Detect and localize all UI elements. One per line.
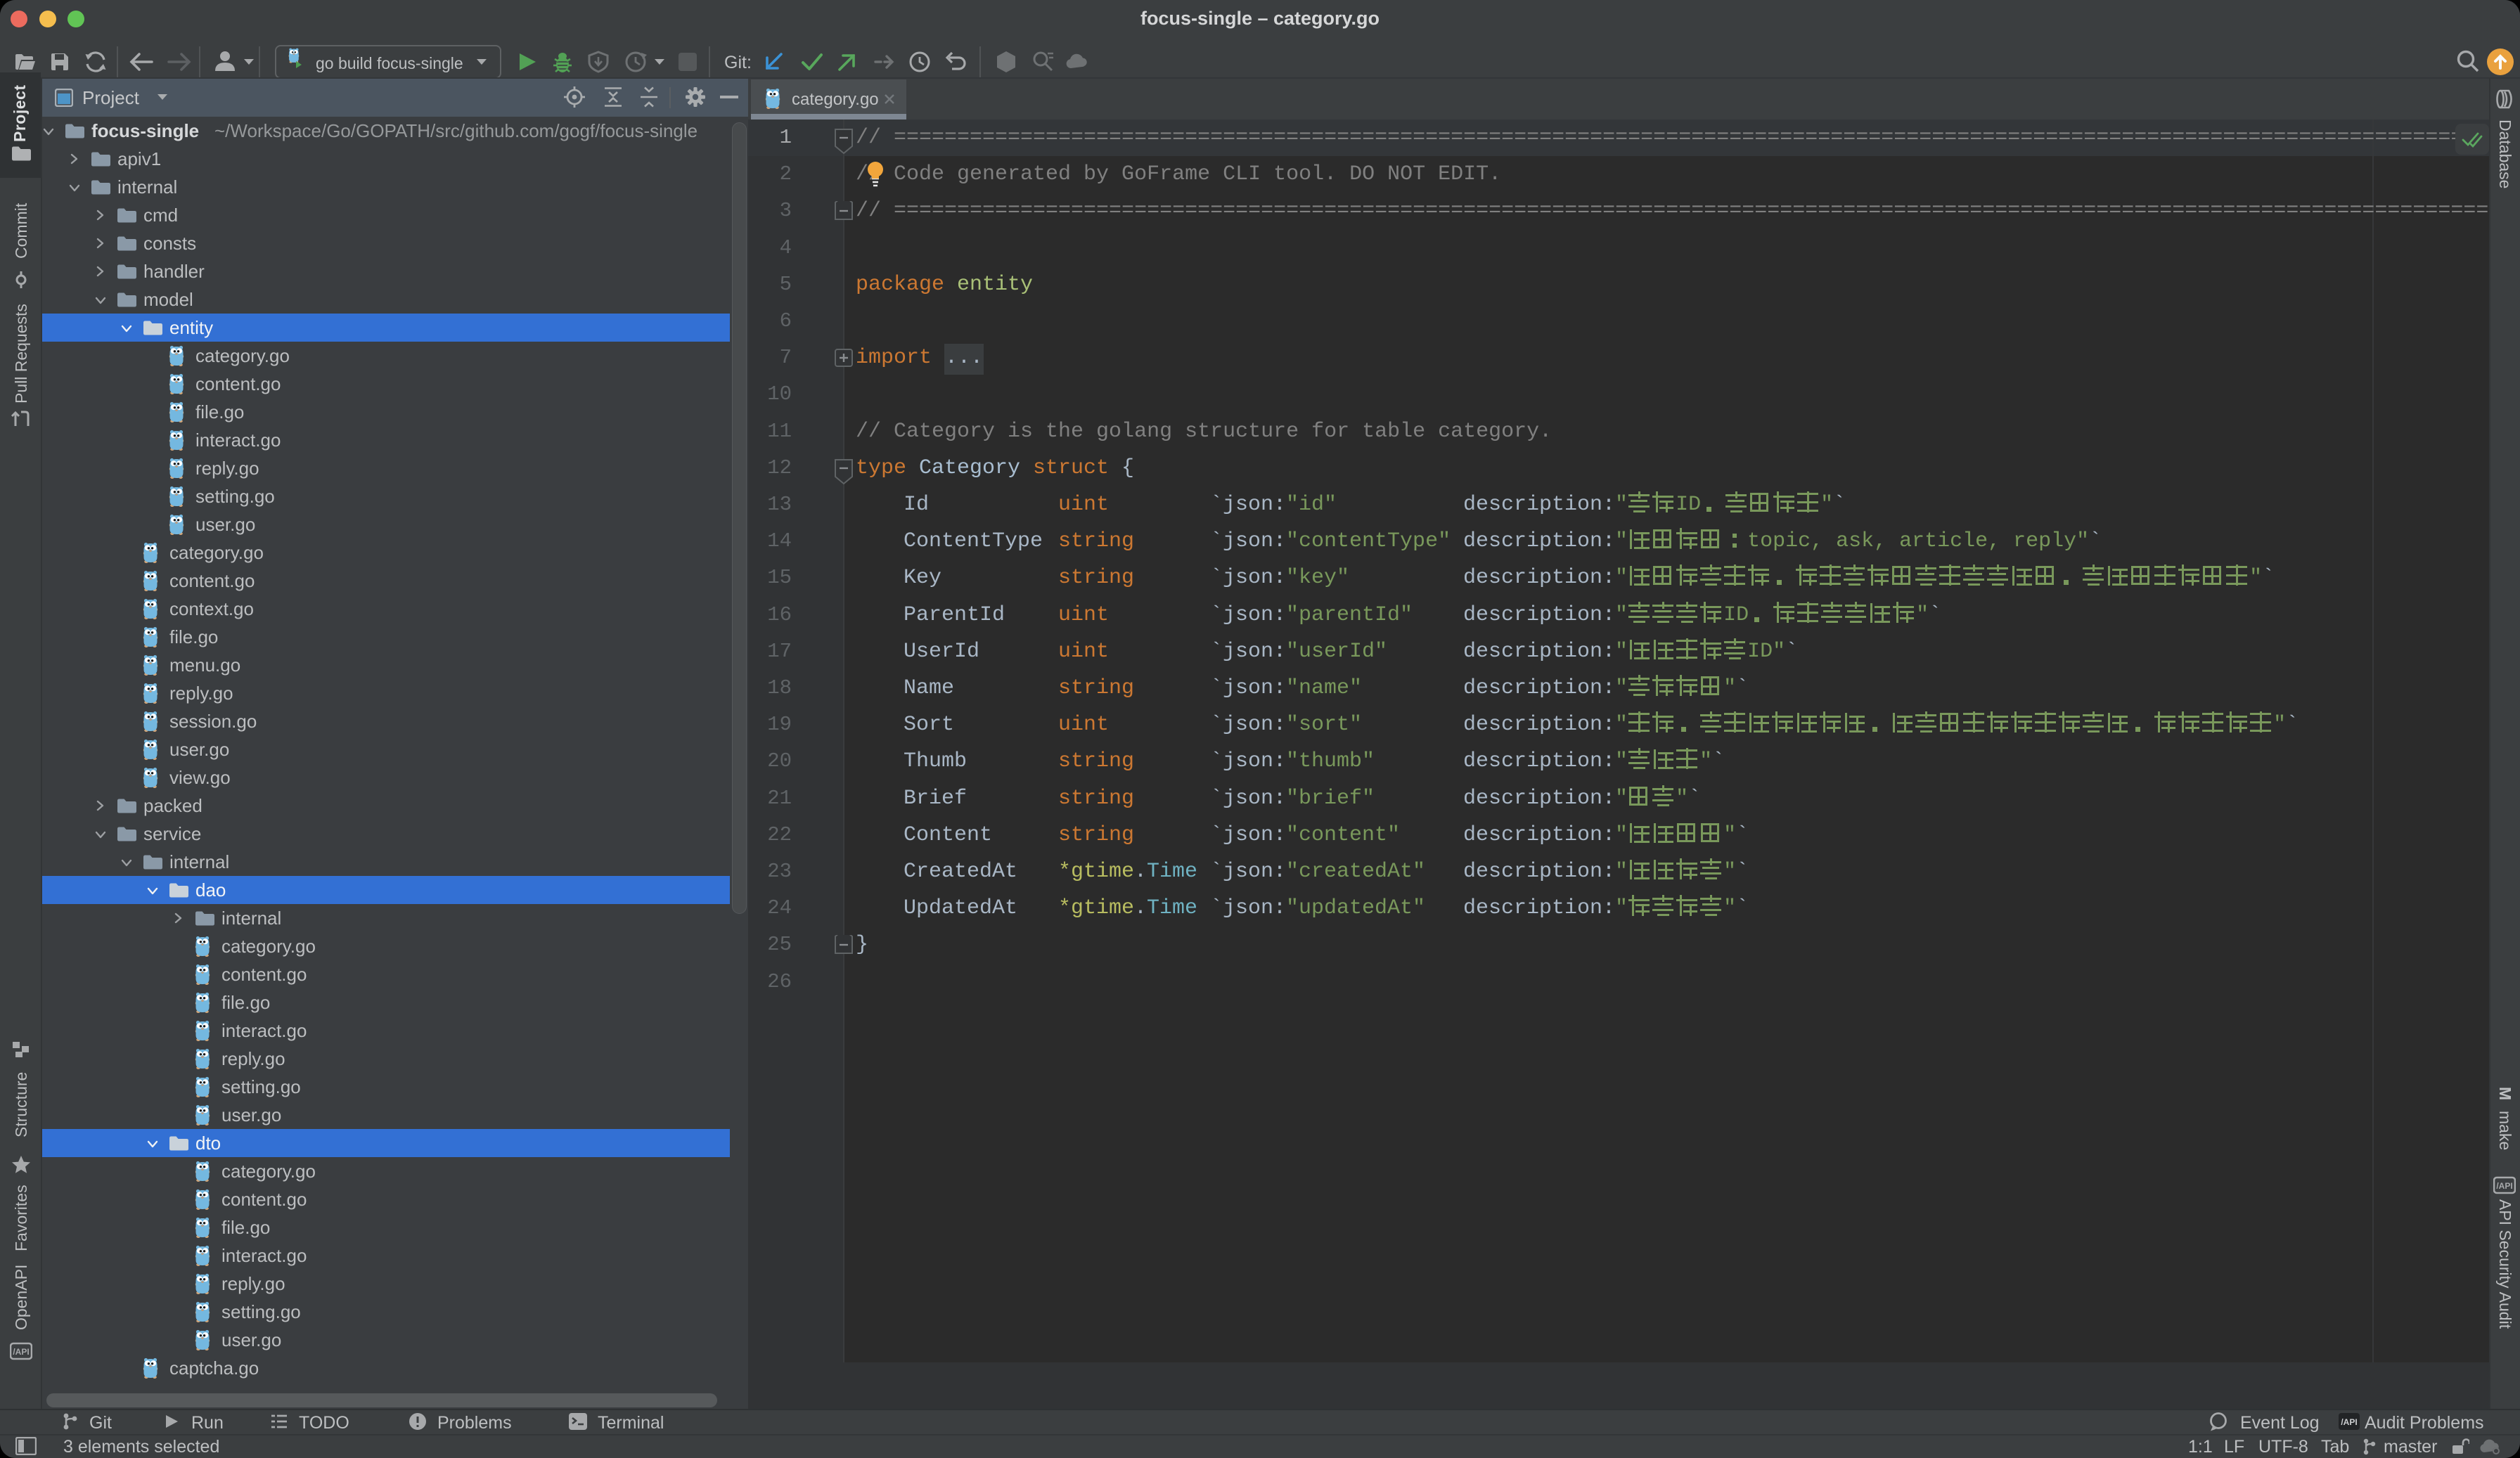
svg-text:/API: /API: [2496, 1181, 2512, 1191]
svg-text:/API: /API: [2341, 1417, 2357, 1427]
svg-text:/API: /API: [13, 1347, 29, 1357]
